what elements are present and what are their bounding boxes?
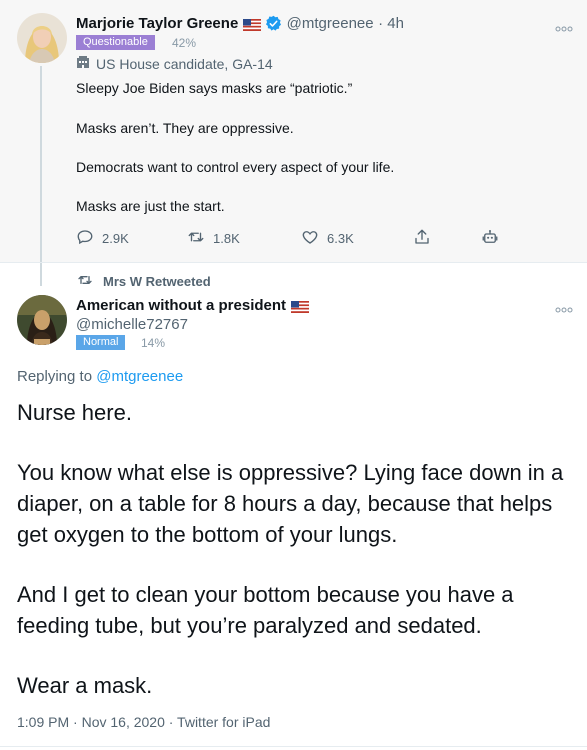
credibility-percent: 42% [172,36,197,50]
avatar[interactable] [17,13,67,63]
credibility-badge: Normal [76,335,126,350]
credibility-badge: Questionable [76,35,155,50]
like-count: 6.3K [327,230,354,246]
credibility-percent: 14% [141,336,166,350]
tweet-text-line: get oxygen to the bottom of your lungs. [17,522,398,547]
tweet-text-line: diaper, on a table for 8 hours a day, be… [17,491,553,516]
tweet-text-line: Wear a mask. [17,673,153,698]
bot-check-button[interactable] [481,228,499,248]
tweet-text-line: Sleepy Joe Biden says masks are “patriot… [76,80,353,96]
reply-icon [76,228,94,249]
avatar[interactable] [17,295,67,345]
like-button[interactable]: 6.3K [301,228,354,248]
avatar-image [17,13,67,63]
us-flag-icon [242,18,261,31]
thread-connector [40,66,42,286]
reply-button[interactable]: 2.9K [76,228,129,248]
tweet-header: American without a president [76,297,309,315]
author-name[interactable]: American without a president [76,297,286,314]
us-flag-icon [290,300,309,313]
retweet-button[interactable]: 1.8K [187,228,240,248]
tweet-header: Marjorie Taylor Greene @mtgreenee · 4h [76,15,404,33]
tweet-time[interactable]: · 4h [378,15,404,32]
author-handle[interactable]: @mtgreenee [287,15,374,32]
author-handle[interactable]: @michelle72767 [76,316,188,333]
replying-to-handle[interactable]: @mtgreenee [96,368,183,385]
retweet-notice-label: Mrs W Retweeted [103,274,211,289]
like-icon [301,228,319,249]
author-name[interactable]: Marjorie Taylor Greene [76,15,238,32]
retweet-notice[interactable]: Mrs W Retweeted [77,272,211,291]
tweet-text-line: Nurse here. [17,400,132,425]
replying-to: Replying to @mtgreenee [17,368,183,385]
tweet-divider [0,262,587,263]
tweet-text-line: Masks aren’t. They are oppressive. [76,120,294,136]
tweet-text-line: Masks are just the start. [76,198,225,214]
candidate-label: US House candidate, GA-14 [96,55,273,72]
retweet-count: 1.8K [213,230,240,246]
tweet-text-line: And I get to clean your bottom because y… [17,582,514,607]
tweet-text-line: Democrats want to control every aspect o… [76,159,395,175]
share-icon [413,228,431,249]
more-icon[interactable] [555,300,573,316]
building-icon [76,55,90,72]
candidate-label-row: US House candidate, GA-14 [76,55,273,72]
tweet-text-line: feeding tube, but you’re paralyzed and s… [17,613,482,638]
tweet-divider [0,746,587,747]
avatar-image [17,295,67,345]
reply-count: 2.9K [102,230,129,246]
tweet-text-line: You know what else is oppressive? Lying … [17,460,564,485]
share-button[interactable] [413,228,431,248]
tweet-timestamp[interactable]: 1:09 PM · Nov 16, 2020 · Twitter for iPa… [17,714,270,730]
replying-to-prefix: Replying to [17,368,93,385]
retweet-icon [77,272,93,291]
more-icon[interactable] [555,19,573,35]
retweet-icon [187,228,205,249]
verified-icon [265,15,282,32]
robot-icon [481,228,499,249]
